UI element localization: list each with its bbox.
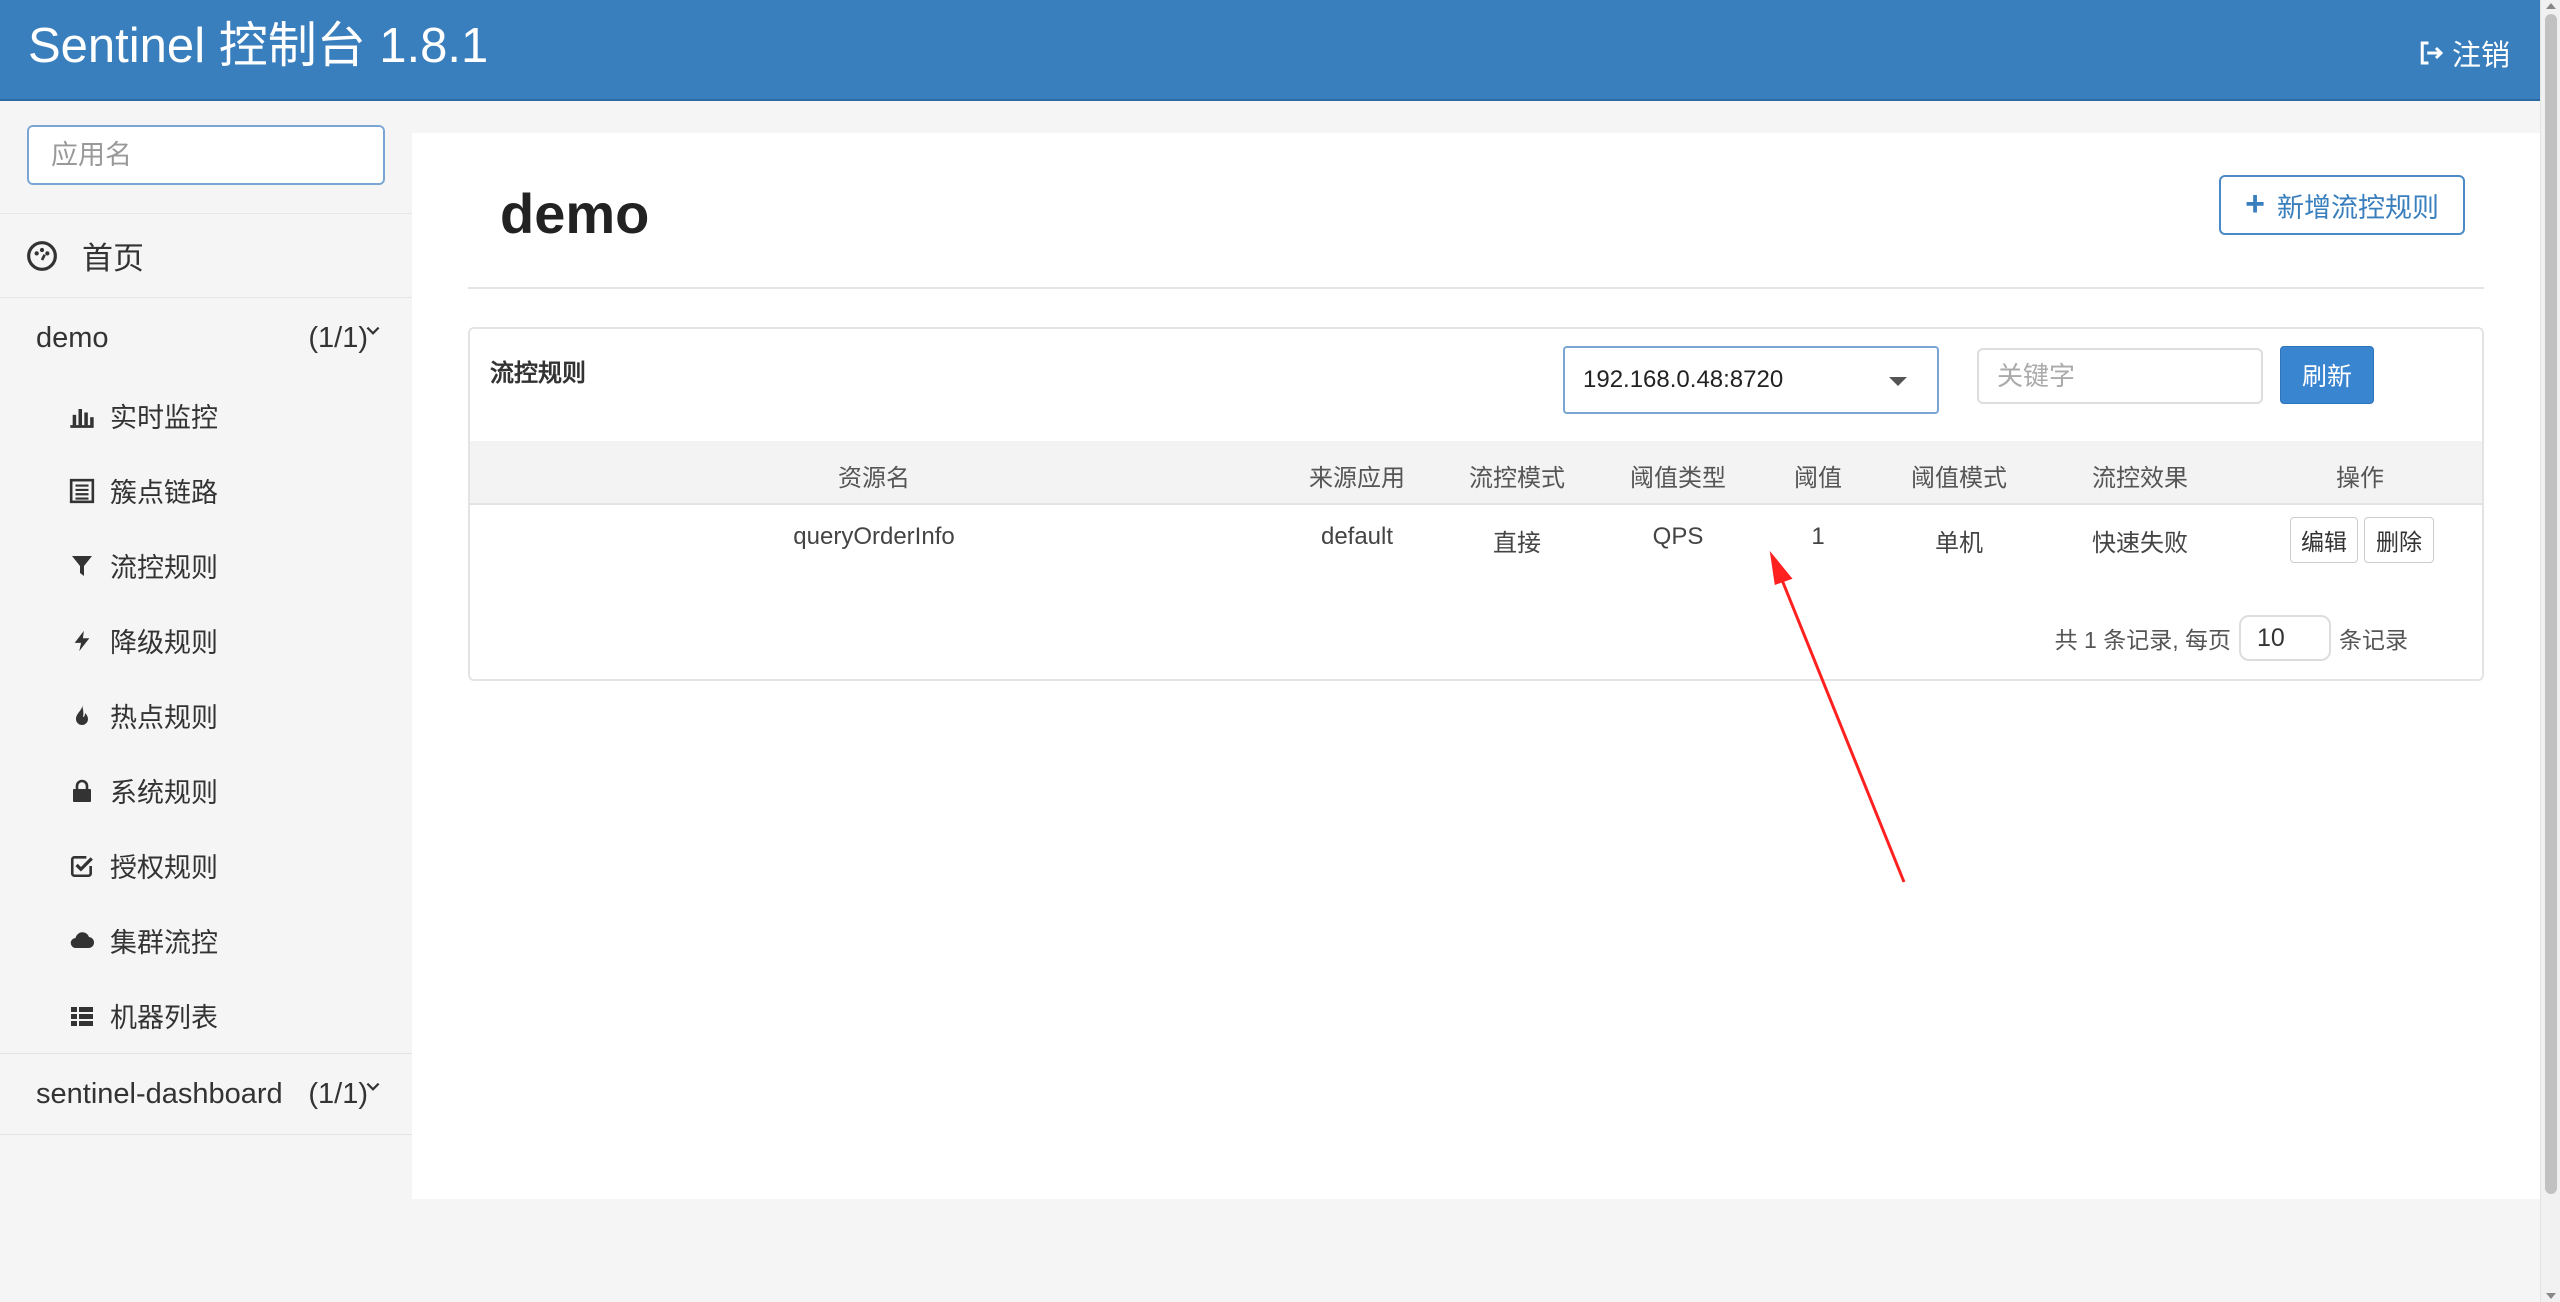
sidebar-item-label: 簇点链路 [110,478,218,508]
cell-limit-app: default [1320,523,1394,550]
caret-down-icon [1889,377,1907,386]
app-search: 搜索 [27,125,385,185]
app-machine-count: (1/1) [308,1077,368,1110]
sidebar-item-metric[interactable]: 实时监控 [0,378,412,453]
sidebar-item-label: 实时监控 [110,403,218,433]
app-name: sentinel-dashboard [36,1077,283,1110]
column-header: 资源名 [838,465,910,492]
flash-icon [68,627,96,655]
sidebar-item-machines[interactable]: 机器列表 [0,978,412,1053]
sidebar: 搜索 首页 demo (1/1) [0,101,412,1302]
column-header: 流控模式 [1469,465,1565,492]
cell-resource: queryOrderInfo [793,523,955,550]
plus-icon: + [2245,184,2265,223]
chevron-down-icon [366,326,380,335]
pagination: 共 1 条记录, 每页 条记录 [2055,615,2408,661]
column-header: 阈值类型 [1630,465,1726,492]
sidebar-item-label: 机器列表 [110,1003,218,1033]
page-size-input[interactable] [2239,615,2331,661]
sidebar-item-label: 集群流控 [110,928,218,958]
lock-icon [68,777,96,805]
table-row: queryOrderInfo default 直接 QPS 1 单机 快速失败 … [470,505,2482,581]
column-header: 操作 [2336,465,2384,492]
sidebar-item-param-flow[interactable]: 热点规则 [0,678,412,753]
add-flow-rule-label: 新增流控规则 [2277,192,2439,223]
app-group-demo[interactable]: demo (1/1) [0,298,412,378]
keyword-search-input[interactable] [1977,348,2263,404]
check-icon [68,852,96,880]
pager-suffix: 条记录 [2339,627,2408,653]
app-name: demo [36,321,109,354]
column-header: 阈值 [1794,465,1842,492]
cell-effect: 快速失败 [2092,530,2188,557]
app-machine-count: (1/1) [308,321,368,354]
bar-chart-icon [68,402,96,430]
app-search-input[interactable] [29,127,383,183]
table-header: 资源名 来源应用 流控模式 阈值类型 阈值 阈值模式 流控效果 操作 [470,441,2482,505]
top-navbar: Sentinel 控制台 1.8.1 注销 [0,0,2540,101]
sidebar-item-label: 降级规则 [110,628,218,658]
sidebar-item-authority[interactable]: 授权规则 [0,828,412,903]
sidebar-item-home[interactable]: 首页 [0,213,412,298]
app-submenu-demo: 实时监控 簇点链路 流控规则 降级规则 热点规则 系统规则 授权规则 集群流控 … [0,378,412,1053]
cell-flow-mode: 直接 [1493,530,1541,557]
cloud-icon [68,927,96,955]
logout-button[interactable]: 注销 [2416,32,2510,74]
sidebar-item-flow[interactable]: 流控规则 [0,528,412,603]
sidebar-item-label: 授权规则 [110,853,218,883]
main-content: demo + 新增流控规则 流控规则 192.168.0.48:8720 刷新 … [412,133,2540,1199]
sidebar-item-degrade[interactable]: 降级规则 [0,603,412,678]
flow-rules-panel: 流控规则 192.168.0.48:8720 刷新 资源名 来源应用 流控模式 … [468,327,2484,681]
machine-select-value: 192.168.0.48:8720 [1583,366,1784,393]
title-divider [468,287,2484,289]
sidebar-item-cluster[interactable]: 集群流控 [0,903,412,978]
page-title: demo [500,182,650,245]
delete-button[interactable]: 删除 [2364,517,2434,563]
panel-title: 流控规则 [490,360,586,387]
column-header: 来源应用 [1309,465,1405,492]
fire-icon [68,702,96,730]
pager-total: 共 1 条记录, 每页 [2054,627,2231,653]
scroll-up-icon[interactable] [2546,3,2556,9]
scrollbar-thumb[interactable] [2545,14,2557,1194]
sidebar-item-identity[interactable]: 簇点链路 [0,453,412,528]
refresh-button[interactable]: 刷新 [2280,346,2374,404]
column-header: 流控效果 [2092,465,2188,492]
sidebar-item-system[interactable]: 系统规则 [0,753,412,828]
edit-button[interactable]: 编辑 [2290,517,2358,563]
chevron-down-icon [366,1082,380,1091]
cell-threshold-mode: 单机 [1935,530,1983,557]
scroll-down-icon[interactable] [2546,1293,2556,1299]
column-header: 阈值模式 [1911,465,2007,492]
vertical-scrollbar[interactable] [2540,0,2560,1302]
add-flow-rule-button[interactable]: + 新增流控规则 [2219,175,2465,235]
app-group-sentinel-dashboard[interactable]: sentinel-dashboard (1/1) [0,1054,412,1134]
sidebar-divider [0,1134,412,1135]
cell-threshold: 1 [1811,523,1825,550]
sign-out-icon [2420,41,2444,65]
sidebar-item-label: 系统规则 [110,778,218,808]
sidebar-item-home-label: 首页 [82,241,144,276]
sidebar-item-label: 热点规则 [110,703,218,733]
sidebar-item-label: 流控规则 [110,553,218,583]
list-alt-icon [68,477,96,505]
app-title: Sentinel 控制台 1.8.1 [28,19,489,73]
machine-select[interactable]: 192.168.0.48:8720 [1563,346,1939,414]
dashboard-icon [27,240,57,271]
th-list-icon [68,1002,96,1030]
cell-threshold-type: QPS [1652,523,1704,550]
logout-label: 注销 [2451,40,2510,72]
filter-icon [68,552,96,580]
